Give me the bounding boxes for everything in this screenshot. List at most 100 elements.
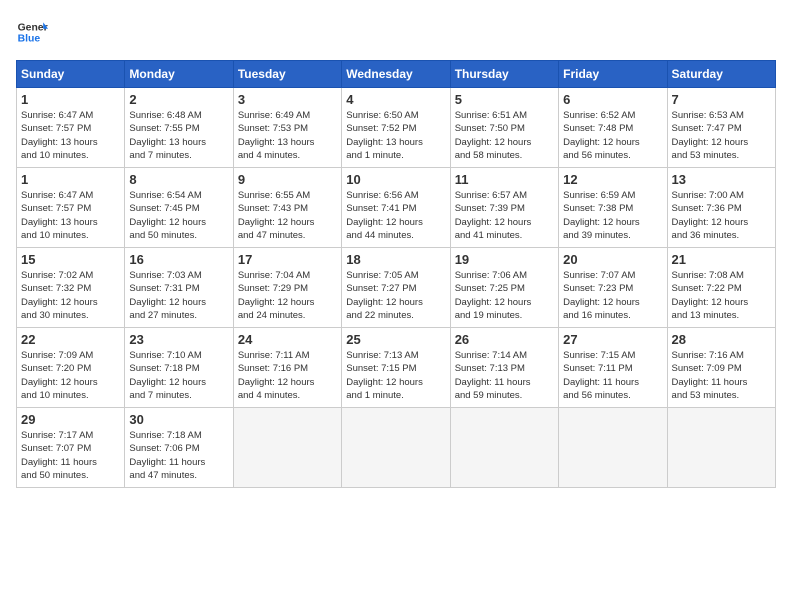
column-header-thursday: Thursday [450,61,558,88]
calendar-cell: 17 Sunrise: 7:04 AMSunset: 7:29 PMDayligh… [233,248,341,328]
calendar-cell [667,408,775,488]
day-number: 12 [563,172,662,187]
calendar-cell: 16 Sunrise: 7:03 AMSunset: 7:31 PMDayligh… [125,248,233,328]
day-number: 22 [21,332,120,347]
day-info: Sunrise: 7:04 AMSunset: 7:29 PMDaylight:… [238,269,337,322]
calendar-cell: 29Sunrise: 7:17 AMSunset: 7:07 PMDayligh… [17,408,125,488]
calendar-cell: 12 Sunrise: 6:59 AMSunset: 7:38 PMDayligh… [559,168,667,248]
day-info: Sunrise: 7:11 AMSunset: 7:16 PMDaylight:… [238,349,337,402]
day-number: 16 [129,252,228,267]
calendar-cell: 21 Sunrise: 7:08 AMSunset: 7:22 PMDayligh… [667,248,775,328]
day-info: Sunrise: 7:10 AMSunset: 7:18 PMDaylight:… [129,349,228,402]
calendar-cell: 8 Sunrise: 6:54 AMSunset: 7:45 PMDaylight… [125,168,233,248]
day-info: Sunrise: 6:54 AMSunset: 7:45 PMDaylight:… [129,189,228,242]
calendar-cell: 15 Sunrise: 7:02 AMSunset: 7:32 PMDayligh… [17,248,125,328]
column-header-monday: Monday [125,61,233,88]
day-info: Sunrise: 6:49 AMSunset: 7:53 PMDaylight:… [238,109,337,162]
calendar-cell: 13 Sunrise: 7:00 AMSunset: 7:36 PMDayligh… [667,168,775,248]
calendar-cell [559,408,667,488]
day-info: Sunrise: 7:06 AMSunset: 7:25 PMDaylight:… [455,269,554,322]
day-info: Sunrise: 6:47 AMSunset: 7:57 PMDaylight:… [21,109,120,162]
day-number: 1 [21,92,120,107]
calendar-cell: 10 Sunrise: 6:56 AMSunset: 7:41 PMDayligh… [342,168,450,248]
calendar-cell: 9Sunrise: 6:55 AMSunset: 7:43 PMDaylight… [233,168,341,248]
calendar-cell: 2 Sunrise: 6:48 AMSunset: 7:55 PMDaylight… [125,88,233,168]
day-info: Sunrise: 6:57 AMSunset: 7:39 PMDaylight:… [455,189,554,242]
day-number: 8 [129,172,228,187]
page-header: General Blue [16,16,776,48]
calendar-cell [342,408,450,488]
calendar-week-row: 15 Sunrise: 7:02 AMSunset: 7:32 PMDayligh… [17,248,776,328]
day-info: Sunrise: 7:09 AMSunset: 7:20 PMDaylight:… [21,349,120,402]
calendar-cell: 24 Sunrise: 7:11 AMSunset: 7:16 PMDayligh… [233,328,341,408]
calendar-week-row: 1Sunrise: 6:47 AMSunset: 7:57 PMDaylight… [17,168,776,248]
day-info: Sunrise: 6:48 AMSunset: 7:55 PMDaylight:… [129,109,228,162]
calendar-cell: 5 Sunrise: 6:51 AMSunset: 7:50 PMDaylight… [450,88,558,168]
day-number: 28 [672,332,771,347]
calendar-cell: 26 Sunrise: 7:14 AMSunset: 7:13 PMDayligh… [450,328,558,408]
day-number: 20 [563,252,662,267]
day-number: 23 [129,332,228,347]
day-number: 9 [238,172,337,187]
day-number: 15 [21,252,120,267]
day-number: 27 [563,332,662,347]
day-info: Sunrise: 7:16 AMSunset: 7:09 PMDaylight:… [672,349,771,402]
day-number: 3 [238,92,337,107]
day-info: Sunrise: 7:00 AMSunset: 7:36 PMDaylight:… [672,189,771,242]
day-info: Sunrise: 6:51 AMSunset: 7:50 PMDaylight:… [455,109,554,162]
calendar-cell: 27Sunrise: 7:15 AMSunset: 7:11 PMDayligh… [559,328,667,408]
day-number: 25 [346,332,445,347]
calendar-cell: 6 Sunrise: 6:52 AMSunset: 7:48 PMDaylight… [559,88,667,168]
column-header-friday: Friday [559,61,667,88]
day-info: Sunrise: 6:47 AMSunset: 7:57 PMDaylight:… [21,189,120,242]
day-number: 17 [238,252,337,267]
day-number: 13 [672,172,771,187]
column-header-tuesday: Tuesday [233,61,341,88]
calendar-cell: 30 Sunrise: 7:18 AMSunset: 7:06 PMDayligh… [125,408,233,488]
calendar-cell: 19 Sunrise: 7:06 AMSunset: 7:25 PMDayligh… [450,248,558,328]
calendar-week-row: 1 Sunrise: 6:47 AMSunset: 7:57 PMDaylight… [17,88,776,168]
logo: General Blue [16,16,48,48]
calendar-cell [450,408,558,488]
day-info: Sunrise: 6:50 AMSunset: 7:52 PMDaylight:… [346,109,445,162]
day-info: Sunrise: 6:56 AMSunset: 7:41 PMDaylight:… [346,189,445,242]
day-number: 29 [21,412,120,427]
day-info: Sunrise: 7:08 AMSunset: 7:22 PMDaylight:… [672,269,771,322]
day-info: Sunrise: 6:59 AMSunset: 7:38 PMDaylight:… [563,189,662,242]
day-number: 19 [455,252,554,267]
day-info: Sunrise: 7:18 AMSunset: 7:06 PMDaylight:… [129,429,228,482]
day-info: Sunrise: 7:05 AMSunset: 7:27 PMDaylight:… [346,269,445,322]
calendar-cell: 7 Sunrise: 6:53 AMSunset: 7:47 PMDaylight… [667,88,775,168]
day-info: Sunrise: 7:02 AMSunset: 7:32 PMDaylight:… [21,269,120,322]
calendar-cell: 22 Sunrise: 7:09 AMSunset: 7:20 PMDayligh… [17,328,125,408]
day-info: Sunrise: 7:14 AMSunset: 7:13 PMDaylight:… [455,349,554,402]
calendar-cell: 1Sunrise: 6:47 AMSunset: 7:57 PMDaylight… [17,168,125,248]
day-number: 21 [672,252,771,267]
day-info: Sunrise: 7:03 AMSunset: 7:31 PMDaylight:… [129,269,228,322]
day-number: 24 [238,332,337,347]
calendar-week-row: 22 Sunrise: 7:09 AMSunset: 7:20 PMDayligh… [17,328,776,408]
calendar-cell [233,408,341,488]
column-header-wednesday: Wednesday [342,61,450,88]
calendar-cell: 28 Sunrise: 7:16 AMSunset: 7:09 PMDayligh… [667,328,775,408]
day-number: 6 [563,92,662,107]
logo-icon: General Blue [16,16,48,48]
day-info: Sunrise: 6:53 AMSunset: 7:47 PMDaylight:… [672,109,771,162]
day-number: 26 [455,332,554,347]
column-header-saturday: Saturday [667,61,775,88]
day-number: 5 [455,92,554,107]
day-number: 30 [129,412,228,427]
calendar-cell: 3 Sunrise: 6:49 AMSunset: 7:53 PMDaylight… [233,88,341,168]
calendar-cell: 18Sunrise: 7:05 AMSunset: 7:27 PMDayligh… [342,248,450,328]
day-info: Sunrise: 6:52 AMSunset: 7:48 PMDaylight:… [563,109,662,162]
calendar-week-row: 29Sunrise: 7:17 AMSunset: 7:07 PMDayligh… [17,408,776,488]
day-number: 10 [346,172,445,187]
calendar-header-row: SundayMondayTuesdayWednesdayThursdayFrid… [17,61,776,88]
svg-text:Blue: Blue [18,34,41,45]
day-number: 7 [672,92,771,107]
day-number: 4 [346,92,445,107]
calendar-cell: 23 Sunrise: 7:10 AMSunset: 7:18 PMDayligh… [125,328,233,408]
calendar-cell: 4 Sunrise: 6:50 AMSunset: 7:52 PMDaylight… [342,88,450,168]
column-header-sunday: Sunday [17,61,125,88]
day-number: 2 [129,92,228,107]
